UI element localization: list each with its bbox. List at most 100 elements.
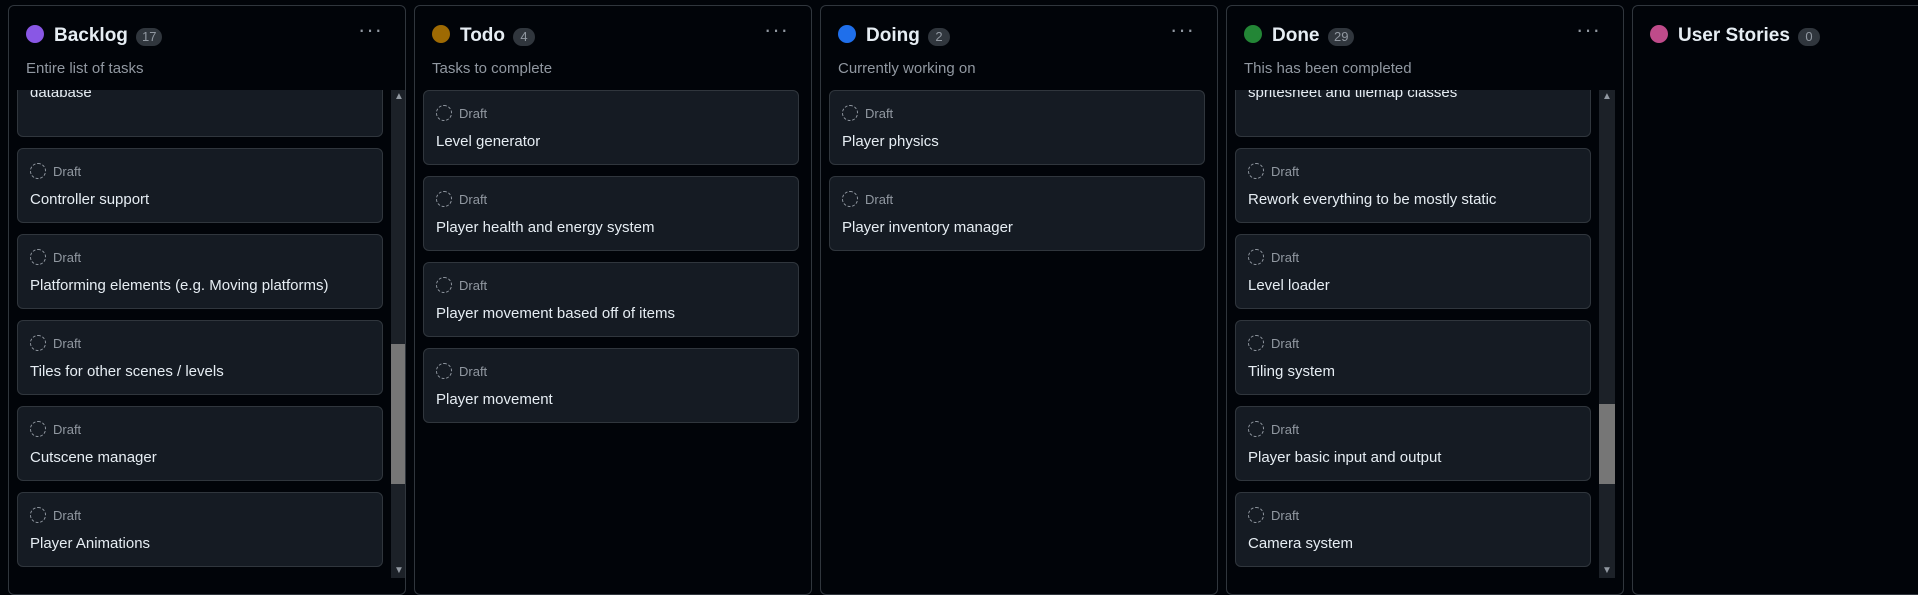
draft-label: Draft xyxy=(53,164,82,179)
column-backlog: Backlog 17 ··· Entire list of tasks Fetching… xyxy=(8,5,406,595)
draft-label: Draft xyxy=(865,192,894,207)
card-list: Combine tmx and tsx map and tilesets int… xyxy=(1227,90,1623,594)
draft-label: Draft xyxy=(1271,250,1300,265)
draft-label: Draft xyxy=(1271,508,1300,523)
draft-circle-icon xyxy=(436,105,452,121)
draft-card[interactable]: Draft Player basic input and output xyxy=(1235,406,1591,481)
card-title[interactable]: Tiling system xyxy=(1248,362,1580,382)
draft-label: Draft xyxy=(53,422,82,437)
item-count-badge: 0 xyxy=(1798,28,1820,46)
draft-circle-icon xyxy=(1248,507,1264,523)
column-description: Currently working on xyxy=(838,60,976,77)
card-title[interactable]: Player movement based off of items xyxy=(436,304,788,324)
draft-card[interactable]: Draft Player movement based off of items xyxy=(423,262,799,337)
vertical-scrollbar[interactable]: ▲ ▼ xyxy=(391,90,405,578)
draft-circle-icon xyxy=(842,105,858,121)
card-title[interactable]: Player physics xyxy=(842,132,1194,152)
draft-label: Draft xyxy=(53,250,82,265)
card-title[interactable]: Player health and energy system xyxy=(436,218,788,238)
more-horizontal-icon[interactable]: ··· xyxy=(358,19,383,41)
draft-label: Draft xyxy=(1271,336,1300,351)
draft-card[interactable]: Draft Rework everything to be mostly stat… xyxy=(1235,148,1591,223)
draft-card[interactable]: Draft Player health and energy system xyxy=(423,176,799,251)
draft-card[interactable]: Draft Player physics xyxy=(829,90,1205,165)
draft-card[interactable]: Draft Level loader xyxy=(1235,234,1591,309)
card-list: Draft Level generator Draft Player health a… xyxy=(415,90,811,594)
column-description: Tasks to complete xyxy=(432,60,553,77)
draft-label: Draft xyxy=(459,192,488,207)
more-horizontal-icon[interactable]: ··· xyxy=(1576,19,1601,41)
draft-circle-icon xyxy=(1248,421,1264,437)
card-title[interactable]: Platforming elements (e.g. Moving platfo… xyxy=(30,276,372,296)
scroll-thumb[interactable] xyxy=(391,344,405,484)
column-title: Done xyxy=(1272,25,1320,46)
scroll-thumb[interactable] xyxy=(1599,404,1615,484)
draft-card[interactable]: Draft Platforming elements (e.g. Moving p… xyxy=(17,234,383,309)
card-title[interactable]: Cutscene manager xyxy=(30,448,372,468)
status-color-dot xyxy=(1650,25,1668,43)
status-color-dot xyxy=(26,25,44,43)
column-title: Backlog xyxy=(54,25,128,46)
card-title[interactable]: Player Animations xyxy=(30,534,372,554)
item-count-badge: 17 xyxy=(136,28,163,46)
column-todo: Todo 4 ··· Tasks to complete Draft Level gene… xyxy=(414,5,812,595)
draft-card[interactable]: Draft Cutscene manager xyxy=(17,406,383,481)
scroll-down-arrow-icon[interactable]: ▼ xyxy=(391,564,405,578)
draft-circle-icon xyxy=(30,249,46,265)
card-title[interactable]: Tiles for other scenes / levels xyxy=(30,362,372,382)
draft-card[interactable]: Draft Camera system xyxy=(1235,492,1591,567)
vertical-scrollbar[interactable]: ▲ ▼ xyxy=(1599,90,1615,578)
card-title[interactable]: Combine tmx and tsx map and tilesets int… xyxy=(1248,90,1580,103)
column-title: Doing xyxy=(866,25,920,46)
scroll-up-arrow-icon[interactable]: ▲ xyxy=(1599,90,1615,104)
draft-label: Draft xyxy=(865,106,894,121)
draft-card[interactable]: Draft Level generator xyxy=(423,90,799,165)
status-color-dot xyxy=(432,25,450,43)
draft-card[interactable]: Draft Player Animations xyxy=(17,492,383,567)
item-count-badge: 2 xyxy=(928,28,950,46)
more-horizontal-icon[interactable]: ··· xyxy=(1170,19,1195,41)
column-user-stories: User Stories 0 xyxy=(1632,5,1918,595)
card-title[interactable]: Player basic input and output xyxy=(1248,448,1580,468)
draft-label: Draft xyxy=(1271,422,1300,437)
card-list: Fetching and sending player scores and t… xyxy=(9,90,405,594)
draft-circle-icon xyxy=(842,191,858,207)
column-header: Todo 4 ··· Tasks to complete xyxy=(415,6,811,86)
draft-card[interactable]: Draft Controller support xyxy=(17,148,383,223)
column-description: Entire list of tasks xyxy=(26,60,144,77)
draft-circle-icon xyxy=(1248,249,1264,265)
card-title[interactable]: Level generator xyxy=(436,132,788,152)
draft-card[interactable]: Draft Tiling system xyxy=(1235,320,1591,395)
card-title[interactable]: Rework everything to be mostly static xyxy=(1248,190,1580,210)
status-color-dot xyxy=(838,25,856,43)
draft-circle-icon xyxy=(436,277,452,293)
card-title[interactable]: Player inventory manager xyxy=(842,218,1194,238)
more-horizontal-icon[interactable]: ··· xyxy=(764,19,789,41)
draft-label: Draft xyxy=(459,106,488,121)
column-title: Todo xyxy=(460,25,506,46)
column-done: Done 29 ··· This has been completed Combine … xyxy=(1226,5,1624,595)
card-title[interactable]: Controller support xyxy=(30,190,372,210)
draft-label: Draft xyxy=(53,336,82,351)
scroll-up-arrow-icon[interactable]: ▲ xyxy=(391,90,405,104)
item-count-badge: 29 xyxy=(1328,28,1355,46)
draft-card[interactable]: Draft Player inventory manager xyxy=(829,176,1205,251)
draft-label: Draft xyxy=(459,278,488,293)
card-title[interactable]: Fetching and sending player scores and t… xyxy=(30,90,372,103)
card-title[interactable]: Player movement xyxy=(436,390,788,410)
draft-card[interactable]: Draft Player movement xyxy=(423,348,799,423)
draft-circle-icon xyxy=(1248,163,1264,179)
column-header: User Stories 0 xyxy=(1633,6,1918,86)
card-list: Draft Player physics Draft Player inventory… xyxy=(821,90,1217,594)
draft-card[interactable]: Fetching and sending player scores and t… xyxy=(17,90,383,137)
status-color-dot xyxy=(1244,25,1262,43)
draft-circle-icon xyxy=(30,507,46,523)
card-title[interactable]: Camera system xyxy=(1248,534,1580,554)
scroll-down-arrow-icon[interactable]: ▼ xyxy=(1599,564,1615,578)
draft-card[interactable]: Combine tmx and tsx map and tilesets int… xyxy=(1235,90,1591,137)
column-header: Doing 2 ··· Currently working on xyxy=(821,6,1217,86)
draft-label: Draft xyxy=(53,508,82,523)
card-title[interactable]: Level loader xyxy=(1248,276,1580,296)
draft-card[interactable]: Draft Tiles for other scenes / levels xyxy=(17,320,383,395)
draft-label: Draft xyxy=(1271,164,1300,179)
